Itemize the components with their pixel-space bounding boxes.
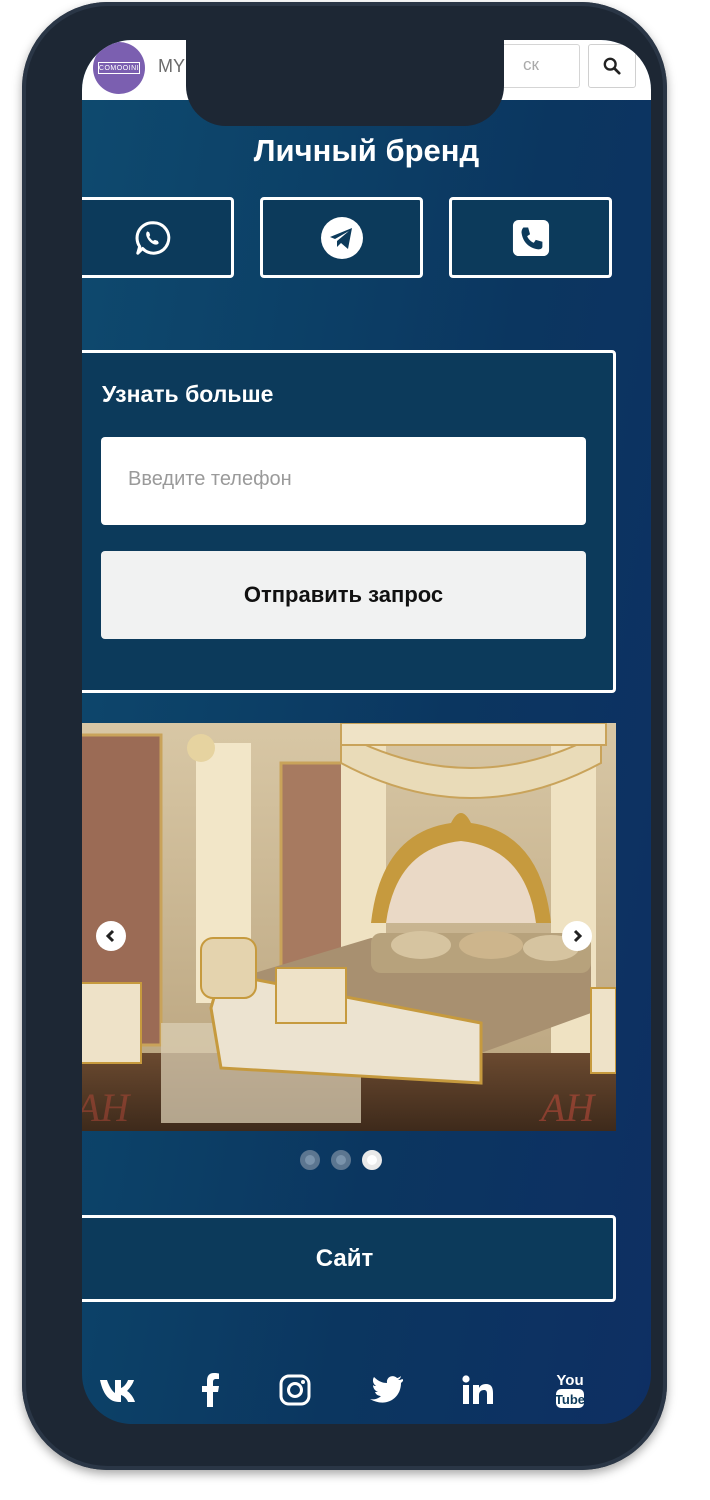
phone-screen: COMOOINI MYBR ск Личный бренд Узнать бол…: [82, 40, 651, 1424]
phone-notch: [186, 40, 504, 126]
search-button[interactable]: [588, 44, 636, 88]
chevron-left-icon: [105, 929, 115, 943]
submit-button[interactable]: Отправить запрос: [101, 551, 586, 639]
twitter-icon: [370, 1376, 403, 1403]
search-icon: [603, 57, 621, 75]
instagram-icon: [279, 1374, 311, 1406]
carousel-dot-2[interactable]: [331, 1150, 351, 1170]
instagram-link[interactable]: [273, 1368, 317, 1412]
carousel-next-button[interactable]: [562, 921, 592, 951]
youtube-link[interactable]: You Tube: [548, 1368, 592, 1412]
page-title: Личный бренд: [253, 133, 480, 168]
telegram-icon: [320, 216, 363, 259]
carousel-dot-3-active[interactable]: [362, 1150, 382, 1170]
linkedin-link[interactable]: [456, 1368, 500, 1412]
search-placeholder: ск: [523, 55, 539, 74]
carousel-dot-1[interactable]: [300, 1150, 320, 1170]
logo[interactable]: COMOOINI: [93, 42, 145, 94]
svg-text:AH: AH: [82, 1085, 131, 1130]
facebook-icon: [202, 1373, 219, 1407]
vk-icon: [100, 1380, 135, 1402]
carousel-prev-button[interactable]: [96, 921, 126, 951]
youtube-text-you: You: [556, 1372, 583, 1389]
image-carousel[interactable]: AH AH: [82, 723, 616, 1131]
site-button[interactable]: Сайт: [82, 1215, 616, 1302]
bedroom-photo: AH AH: [82, 723, 616, 1131]
chevron-right-icon: [573, 929, 583, 943]
telegram-button[interactable]: [260, 197, 423, 278]
linkedin-icon: [462, 1375, 493, 1404]
phone-icon: [512, 219, 549, 256]
youtube-text-tube: Tube: [555, 1392, 585, 1407]
phone-placeholder: Введите телефон: [128, 468, 292, 490]
carousel-dots: [300, 1150, 390, 1172]
whatsapp-icon: [135, 220, 170, 255]
vk-link[interactable]: [97, 1368, 141, 1412]
facebook-link[interactable]: [188, 1368, 232, 1412]
twitter-link[interactable]: [364, 1368, 408, 1412]
svg-text:AH: AH: [538, 1085, 596, 1130]
logo-text: COMOOINI: [98, 62, 140, 74]
phone-input[interactable]: Введите телефон: [101, 437, 586, 525]
youtube-icon: You Tube: [555, 1372, 585, 1408]
whatsapp-button[interactable]: [82, 197, 234, 278]
phone-button[interactable]: [449, 197, 612, 278]
lead-form: Узнать больше Введите телефон Отправить …: [82, 350, 616, 693]
form-title: Узнать больше: [102, 381, 274, 407]
